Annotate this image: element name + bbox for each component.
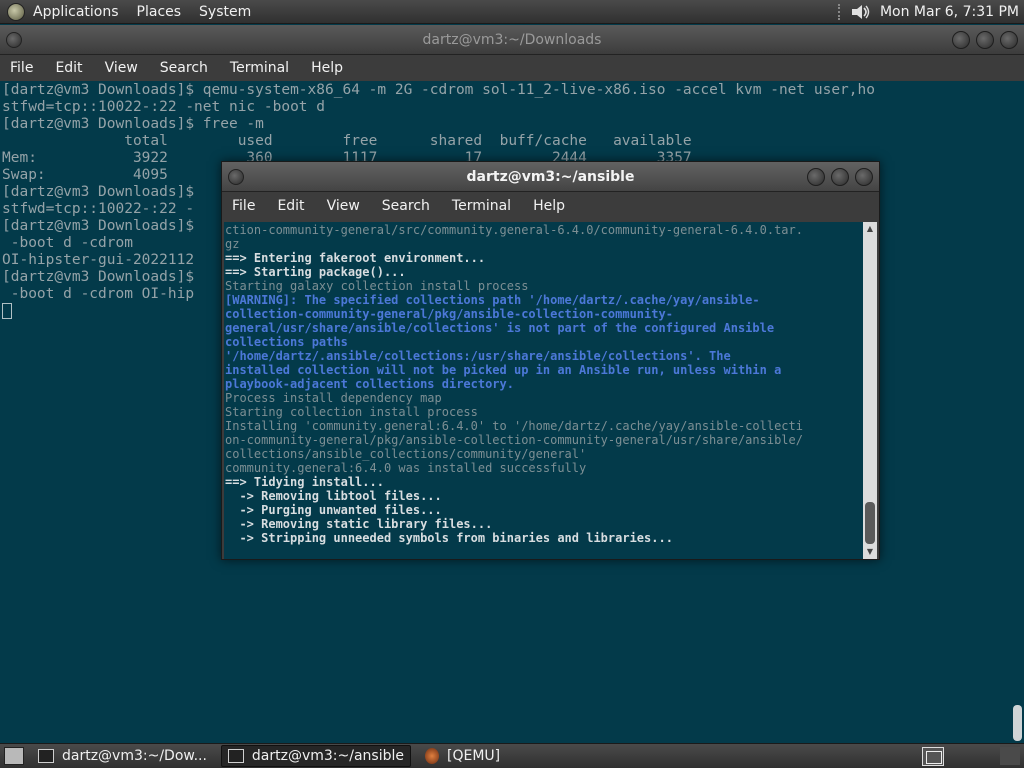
- window-menu-icon[interactable]: [6, 32, 22, 48]
- terminal-line: playbook-adjacent collections directory.: [225, 377, 514, 391]
- terminal-line: [dartz@vm3 Downloads]$ free -m: [2, 116, 264, 132]
- ansible-terminal-menubar: File Edit View Search Terminal Help: [222, 192, 879, 220]
- terminal-line: '/home/dartz/.ansible/collections:/usr/s…: [225, 349, 731, 363]
- close-button[interactable]: [855, 168, 873, 186]
- system-menu[interactable]: System: [199, 4, 251, 20]
- menu-edit[interactable]: Edit: [277, 198, 304, 214]
- terminal-line: gz: [225, 237, 240, 251]
- menu-view[interactable]: View: [105, 60, 138, 76]
- scrollbar-thumb[interactable]: [865, 502, 875, 544]
- menu-help[interactable]: Help: [311, 60, 343, 76]
- taskbar-item-label: dartz@vm3:~/ansible: [251, 748, 405, 764]
- terminal-icon: [227, 749, 244, 763]
- clock[interactable]: Mon Mar 6, 7:31 PM: [880, 4, 1019, 20]
- ansible-terminal-window: dartz@vm3:~/ansible File Edit View Searc…: [221, 161, 880, 560]
- applications-menu[interactable]: Applications: [33, 4, 119, 20]
- ansible-terminal-titlebar[interactable]: dartz@vm3:~/ansible: [222, 162, 879, 192]
- terminal-line: Process install dependency map: [225, 391, 442, 405]
- terminal-line: ==> Entering fakeroot environment...: [225, 251, 486, 265]
- terminal-cursor: [2, 303, 12, 319]
- terminal-line: ction-community-general/src/community.ge…: [225, 223, 803, 237]
- taskbar-item-qemu[interactable]: [QEMU]: [419, 745, 506, 767]
- terminal-line: ==> Starting package()...: [225, 265, 406, 279]
- terminal-line: -> Purging unwanted files...: [225, 503, 442, 517]
- scroll-up-icon[interactable]: ▲: [865, 224, 875, 234]
- terminal-line: [dartz@vm3 Downloads]$ qemu-system-x86_6…: [2, 82, 875, 98]
- terminal-line: Installing 'community.general:6.4.0' to …: [225, 419, 803, 433]
- menu-terminal[interactable]: Terminal: [230, 60, 289, 76]
- window-title: dartz@vm3:~/Downloads: [422, 31, 602, 48]
- maximize-button[interactable]: [976, 31, 994, 49]
- menu-file[interactable]: File: [10, 60, 33, 76]
- maximize-button[interactable]: [831, 168, 849, 186]
- terminal-line: installed collection will not be picked …: [225, 363, 782, 377]
- terminal-icon: [38, 749, 54, 763]
- bottom-panel: dartz@vm3:~/Dow... dartz@vm3:~/ansible […: [0, 743, 1024, 768]
- terminal-line: Starting collection install process: [225, 405, 478, 419]
- downloads-terminal-scrollbar[interactable]: [1010, 82, 1024, 743]
- terminal-line: -> Removing static library files...: [225, 517, 493, 531]
- terminal-line: collections/ansible_collections/communit…: [225, 447, 587, 461]
- ansible-terminal-output[interactable]: ction-community-general/src/community.ge…: [224, 222, 864, 559]
- terminal-line: collection-community-general/pkg/ansible…: [225, 307, 673, 321]
- show-desktop-icon[interactable]: [4, 747, 24, 765]
- terminal-line: [WARNING]: The specified collections pat…: [225, 293, 760, 307]
- menu-search[interactable]: Search: [160, 60, 208, 76]
- downloads-terminal-menubar: File Edit View Search Terminal Help: [0, 55, 1024, 81]
- panel-handle: [1000, 747, 1020, 765]
- scrollbar-thumb[interactable]: [1013, 705, 1022, 741]
- workspace-switcher-icon[interactable]: [922, 746, 944, 766]
- terminal-line: stfwd=tcp::10022-:22 -net nic -boot d: [2, 99, 326, 115]
- terminal-line: -> Removing libtool files...: [225, 489, 442, 503]
- taskbar-item-label: [QEMU]: [447, 748, 501, 764]
- menu-file[interactable]: File: [232, 198, 255, 214]
- terminal-line: community.general:6.4.0 was installed su…: [225, 461, 587, 475]
- menu-terminal[interactable]: Terminal: [452, 198, 511, 214]
- qemu-icon: [425, 748, 440, 764]
- terminal-line: ==> Tidying install...: [225, 475, 384, 489]
- downloads-terminal-titlebar[interactable]: dartz@vm3:~/Downloads: [0, 25, 1024, 55]
- ansible-terminal-scrollbar[interactable]: ▲ ▼: [863, 222, 877, 559]
- places-menu[interactable]: Places: [137, 4, 182, 20]
- top-panel: Applications Places System Mon Mar 6, 7:…: [0, 0, 1024, 24]
- terminal-line: on-community-general/pkg/ansible-collect…: [225, 433, 803, 447]
- terminal-line: Starting galaxy collection install proce…: [225, 279, 529, 293]
- terminal-line: general/usr/share/ansible/collections' i…: [225, 321, 775, 335]
- minimize-button[interactable]: [952, 31, 970, 49]
- taskbar-item-ansible[interactable]: dartz@vm3:~/ansible: [220, 745, 412, 767]
- terminal-line: -> Stripping unneeded symbols from binar…: [225, 531, 673, 545]
- volume-icon[interactable]: [850, 3, 872, 21]
- tray-handle[interactable]: [837, 3, 844, 20]
- window-title: dartz@vm3:~/ansible: [466, 168, 635, 185]
- close-button[interactable]: [1000, 31, 1018, 49]
- menu-search[interactable]: Search: [382, 198, 430, 214]
- terminal-line: collections paths: [225, 335, 348, 349]
- taskbar-item-downloads[interactable]: dartz@vm3:~/Dow...: [32, 745, 213, 767]
- menu-view[interactable]: View: [327, 198, 360, 214]
- scroll-down-icon[interactable]: ▼: [865, 547, 875, 557]
- distro-logo-icon[interactable]: [7, 2, 25, 21]
- menu-help[interactable]: Help: [533, 198, 565, 214]
- window-menu-icon[interactable]: [228, 169, 244, 185]
- terminal-line: total used free shared buff/cache availa…: [2, 133, 692, 149]
- minimize-button[interactable]: [807, 168, 825, 186]
- menu-edit[interactable]: Edit: [55, 60, 82, 76]
- taskbar-item-label: dartz@vm3:~/Dow...: [62, 748, 207, 764]
